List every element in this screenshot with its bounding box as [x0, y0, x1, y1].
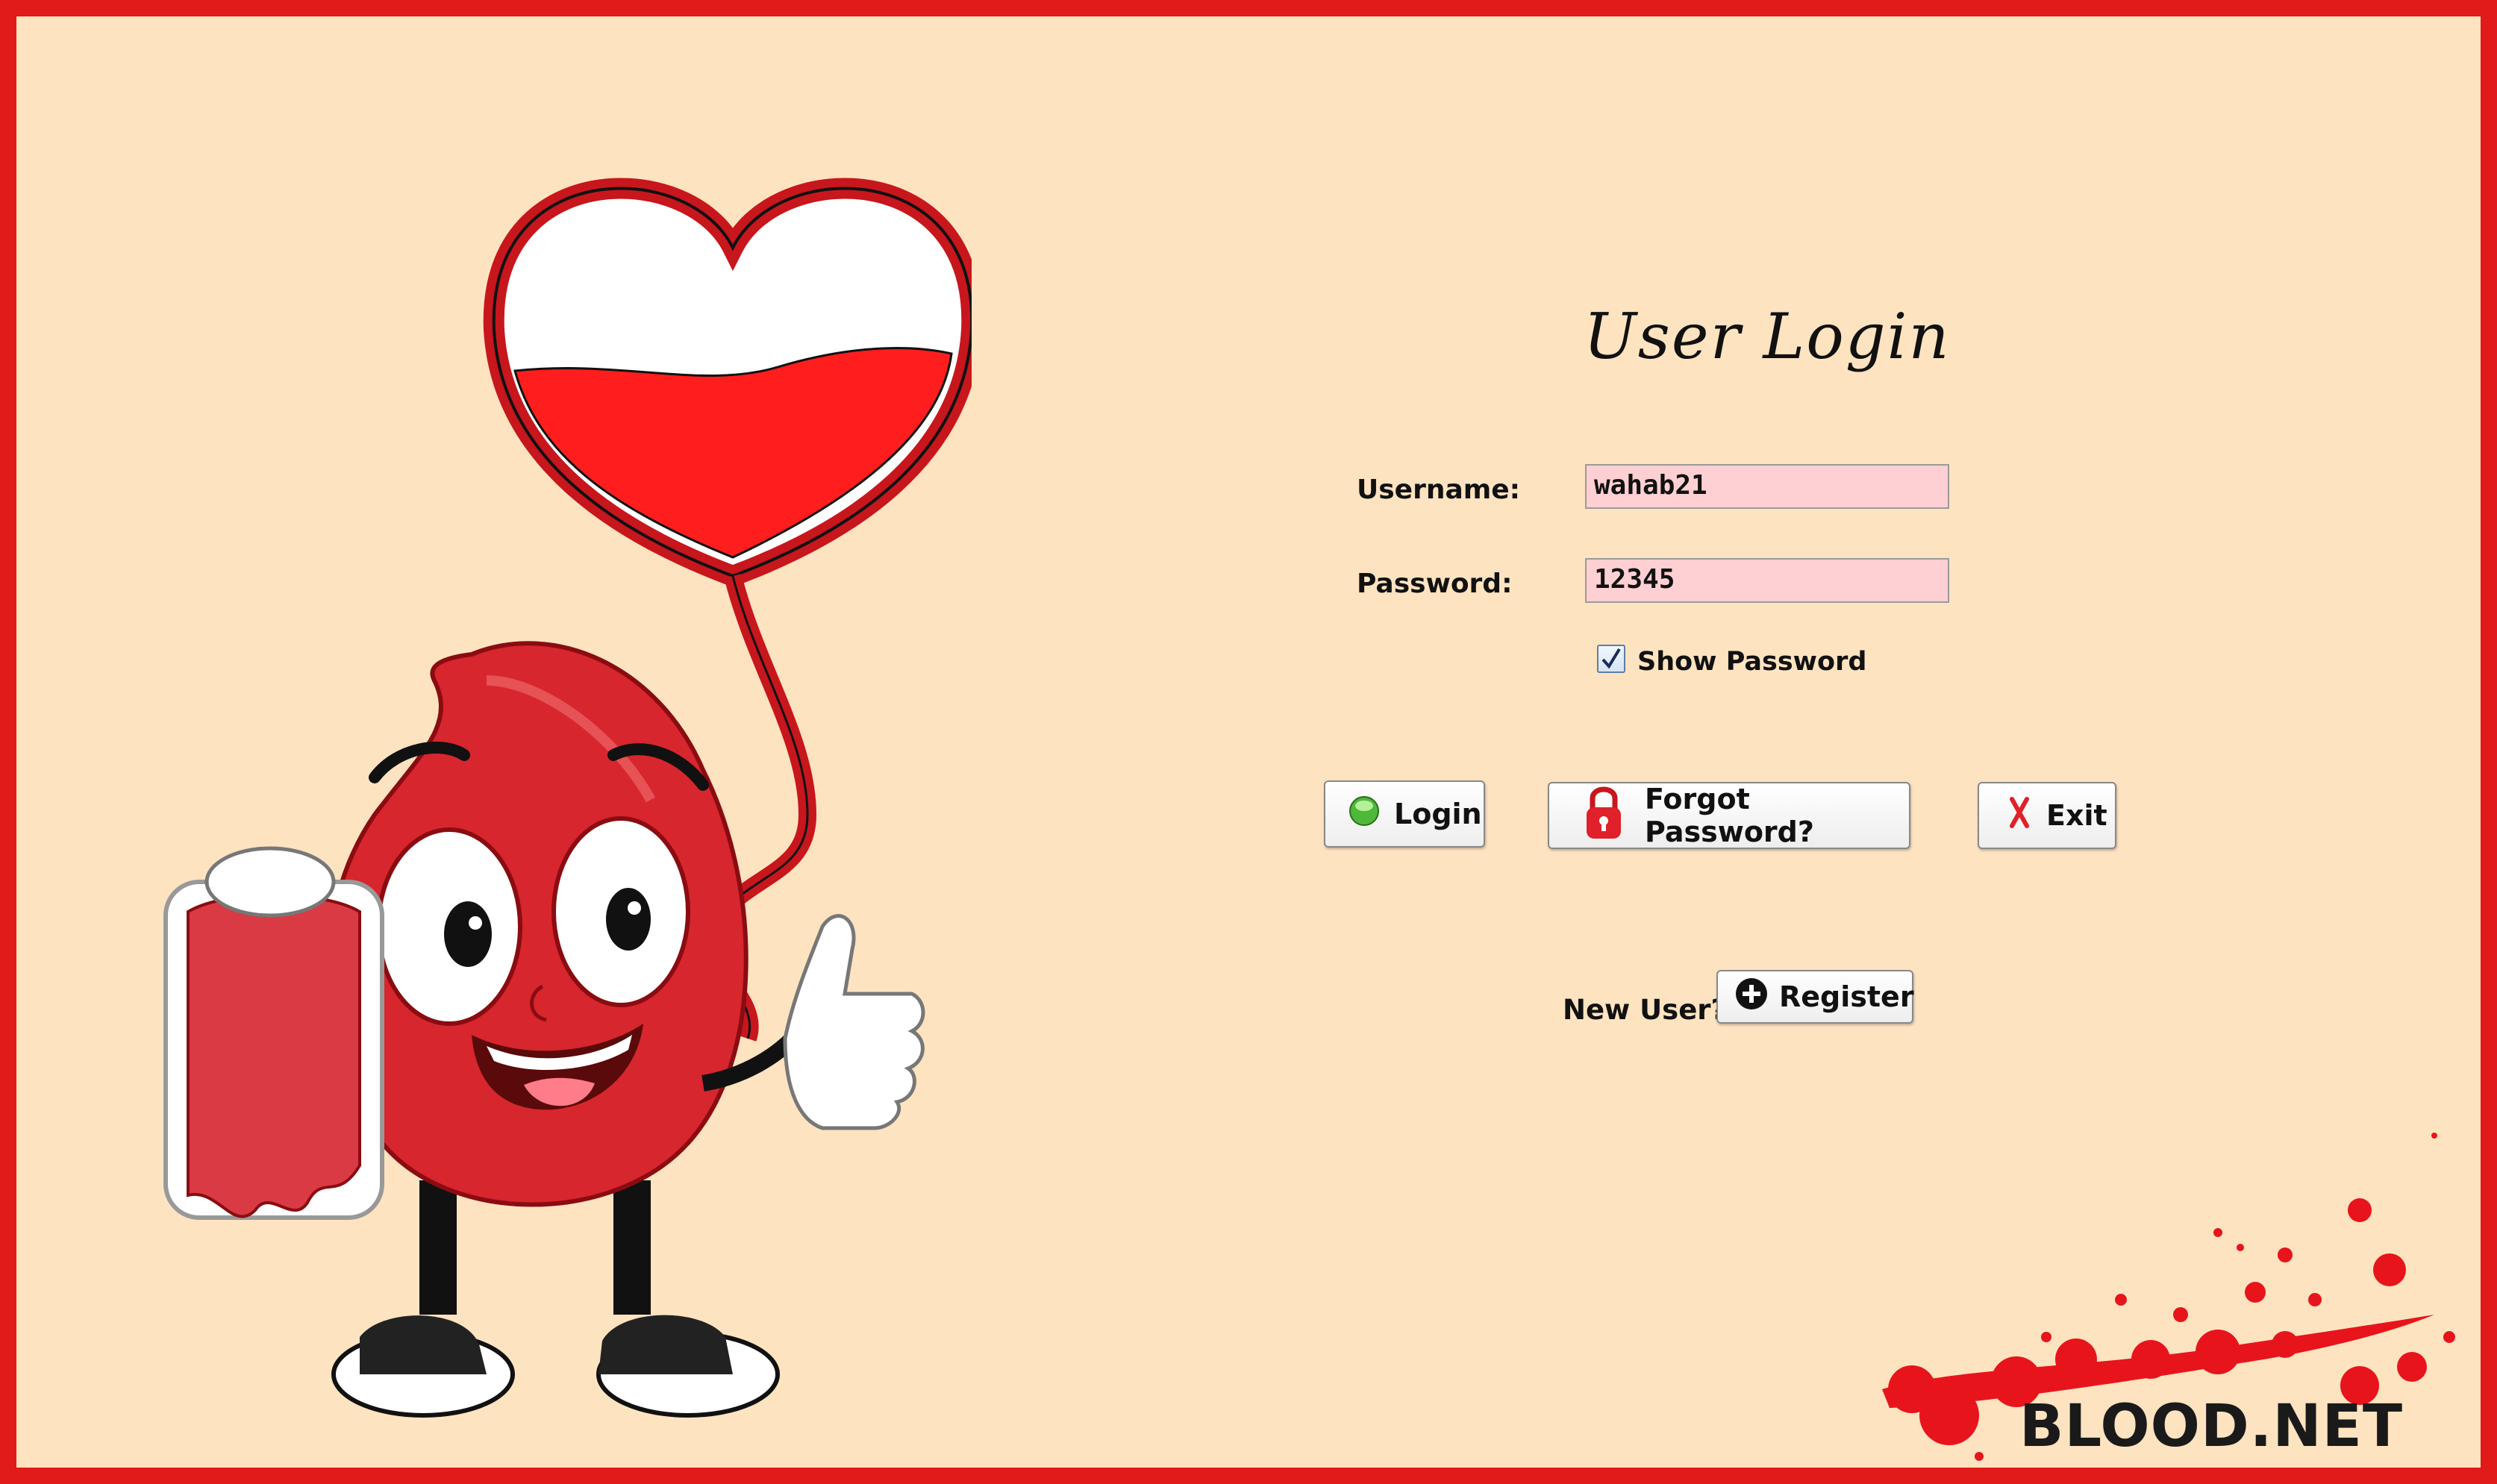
plus-circle-icon [1734, 977, 1769, 1018]
show-password-checkbox[interactable] [1597, 645, 1625, 673]
username-input[interactable]: wahab21 [1585, 464, 1949, 509]
register-button[interactable]: Register [1716, 970, 1914, 1024]
brand-logo-text: BLOOD.NET [2019, 1393, 2404, 1460]
login-button-label: Login [1394, 798, 1482, 830]
x-icon [2006, 796, 2033, 836]
login-window: User Login Username: wahab21 Password: 1… [16, 16, 2481, 1468]
blood-drop-mascot-illustration [163, 178, 972, 1418]
new-user-label: New User? [1563, 994, 1727, 1026]
exit-button[interactable]: Exit [1978, 782, 2116, 849]
exit-button-label: Exit [2046, 799, 2107, 832]
green-orb-icon [1348, 795, 1381, 834]
forgot-password-button[interactable]: Forgot Password? [1548, 782, 1910, 849]
login-button[interactable]: Login [1324, 780, 1485, 848]
forgot-password-button-label: Forgot Password? [1645, 783, 1814, 848]
username-label: Username: [1357, 475, 1521, 505]
password-input[interactable]: 12345 [1585, 558, 1949, 603]
register-button-label: Register [1779, 980, 1914, 1013]
padlock-icon [1584, 783, 1624, 848]
show-password-label[interactable]: Show Password [1637, 647, 1866, 677]
password-label: Password: [1357, 569, 1513, 599]
page-title: User Login [1584, 300, 1951, 373]
checkmark-icon [1601, 648, 1621, 669]
